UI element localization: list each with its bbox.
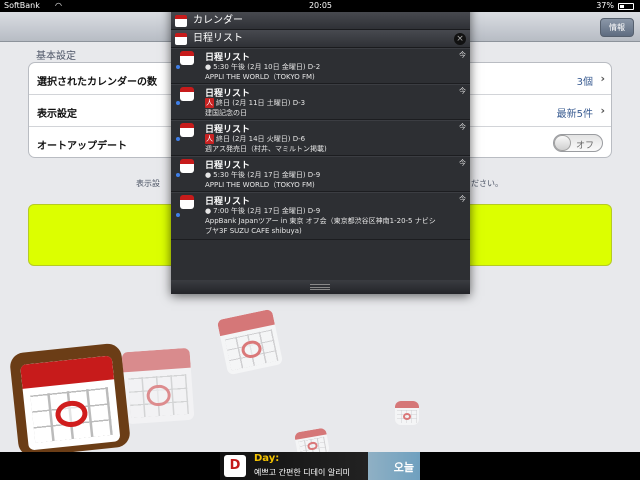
item-line1: ● 5:30 午後 (2月 10日 金曜日) D-2 <box>205 62 320 72</box>
calendar-icon <box>180 195 194 209</box>
item-line2: AppBank Japanツアー in 東京 オフ会（東京都渋谷区神南1-20-… <box>205 217 436 225</box>
item-line1-text: 5:30 午後 (2月 17日 金曜日) D-9 <box>213 171 321 179</box>
notification-item[interactable]: 日程リスト 今 ● 5:30 午後 (2月 17日 金曜日) D-9 APPLI … <box>171 156 470 192</box>
item-line2: 建国記念の日 <box>205 109 247 117</box>
notification-center: 20:05 カレンダー 日程リスト × 日程リスト 今 ● 5:30 午後 (2月… <box>171 0 470 294</box>
ad-title: Day: <box>254 453 280 464</box>
notification-item[interactable]: 日程リスト 今 ● 5:30 午後 (2月 10日 金曜日) D-2 APPLI … <box>171 48 470 84</box>
chevron-right-icon: › <box>600 104 605 117</box>
calendar-header[interactable]: カレンダー <box>171 12 470 30</box>
calendar-icon <box>180 51 194 65</box>
calendar-header-title: カレンダー <box>193 15 243 26</box>
unread-dot <box>176 65 180 69</box>
description-text-right: ださい。 <box>471 179 503 188</box>
unread-dot <box>176 101 180 105</box>
row-value: 3個 <box>576 77 593 88</box>
calendar-icon <box>180 159 194 173</box>
item-line2: APPLI THE WORLD（TOKYO FM) <box>205 73 315 81</box>
unread-dot <box>176 137 180 141</box>
calendar-icon <box>8 342 132 458</box>
unread-dot <box>176 173 180 177</box>
calendar-icon <box>121 347 195 425</box>
person-icon: 人 <box>205 98 214 108</box>
item-time-tag: 今 <box>459 51 466 59</box>
item-line2: APPLI THE WORLD（TOKYO FM) <box>205 181 315 189</box>
notification-item[interactable]: 日程リスト 今 ● 7:00 午後 (2月 17日 金曜日) D-9 AppBan… <box>171 192 470 240</box>
toggle-state: オフ <box>576 141 595 151</box>
row-label: 表示設定 <box>37 109 77 120</box>
ad-right-text: 오늘 <box>393 461 414 474</box>
notification-center-grip[interactable] <box>171 280 470 294</box>
battery-level <box>620 5 625 8</box>
person-icon: 人 <box>205 134 214 144</box>
item-line1: 人終日 (2月 11日 土曜日) D-3 <box>205 98 305 108</box>
item-line1: ● 7:00 午後 (2月 17日 金曜日) D-9 <box>205 206 320 216</box>
item-time-tag: 今 <box>459 123 466 131</box>
ad-logo: D <box>224 455 246 477</box>
battery-icon <box>618 3 634 10</box>
clock-icon: ● <box>205 207 212 215</box>
item-line1-text: 7:00 午後 (2月 17日 金曜日) D-9 <box>213 207 321 215</box>
calendar-icon <box>175 15 187 27</box>
ad-subtitle: 예쁘고 간편한 디데이 알리미 <box>254 468 350 477</box>
battery-percent: 37% <box>596 1 614 10</box>
item-line1: ● 5:30 午後 (2月 17日 金曜日) D-9 <box>205 170 320 180</box>
close-icon[interactable]: × <box>454 33 466 45</box>
auto-update-toggle[interactable]: オフ <box>553 134 603 152</box>
widget-header: 日程リスト × <box>171 30 470 48</box>
calendar-icon <box>180 123 194 137</box>
item-line1-text: 終日 (2月 14日 火曜日) D-6 <box>216 135 306 143</box>
toggle-knob <box>554 135 571 151</box>
item-time-tag: 今 <box>459 159 466 167</box>
chevron-right-icon: › <box>600 72 605 85</box>
item-line3: ブヤ3F SUZU CAFE shibuya) <box>205 227 302 235</box>
item-line1-text: 5:30 午後 (2月 10日 金曜日) D-2 <box>213 63 321 71</box>
row-label: オートアップデート <box>37 141 127 152</box>
notification-item[interactable]: 日程リスト 今 人終日 (2月 11日 土曜日) D-3 建国記念の日 <box>171 84 470 120</box>
calendar-icon <box>395 401 419 425</box>
section-title: 基本設定 <box>36 51 76 62</box>
calendar-icon <box>180 87 194 101</box>
item-line1: 人終日 (2月 14日 火曜日) D-6 <box>205 134 305 144</box>
row-label: 選択されたカレンダーの数 <box>37 77 157 88</box>
item-time-tag: 今 <box>459 195 466 203</box>
info-button[interactable]: 情報 <box>600 18 634 37</box>
widget-header-title: 日程リスト <box>193 33 243 44</box>
calendar-icon <box>216 308 284 376</box>
unread-dot <box>176 213 180 217</box>
clock-icon: ● <box>205 63 212 71</box>
description-text-left: 表示設 <box>136 179 160 188</box>
clock-icon: ● <box>205 171 212 179</box>
notification-item[interactable]: 日程リスト 今 人終日 (2月 14日 火曜日) D-6 週アス発売日（村井、マ… <box>171 120 470 156</box>
grabber-icon <box>310 284 330 290</box>
item-line1-text: 終日 (2月 11日 土曜日) D-3 <box>216 99 306 107</box>
calendar-icon <box>175 33 187 45</box>
row-value: 最新5件 <box>556 109 593 120</box>
item-time-tag: 今 <box>459 87 466 95</box>
ad-banner[interactable]: D Day: 예쁘고 간편한 디데이 알리미 오늘 <box>220 452 420 480</box>
nc-status-time: 20:05 <box>171 0 470 12</box>
item-line2: 週アス発売日（村井、マミルトン掲載) <box>205 145 327 153</box>
